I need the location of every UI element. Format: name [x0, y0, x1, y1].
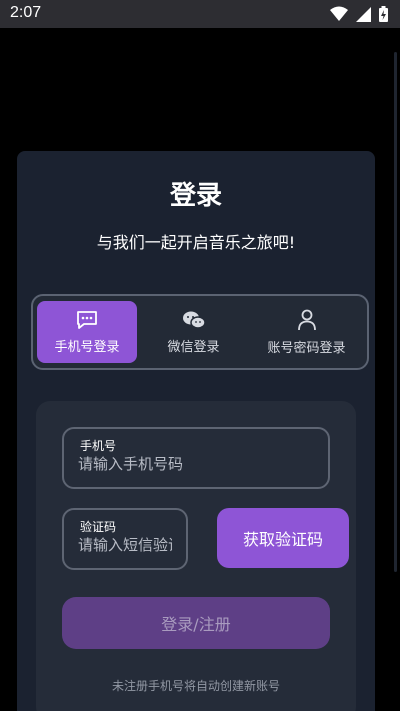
phone-field-label: 手机号	[80, 439, 117, 453]
signal-icon	[356, 6, 371, 22]
status-bar: 2:07	[0, 0, 400, 28]
phone-field[interactable]: 手机号	[62, 427, 330, 489]
tab-wechat-login-label: 微信登录	[167, 339, 220, 355]
screen: 2:07 登录 与我们一起开启音乐之旅吧! 手机号登录 微信登录 账号密码登录 …	[0, 0, 400, 711]
status-time: 2:07	[10, 4, 42, 21]
tab-phone-login-label: 手机号登录	[54, 339, 120, 355]
wifi-icon	[330, 6, 348, 21]
login-card: 登录 与我们一起开启音乐之旅吧! 手机号登录 微信登录 账号密码登录 手机号 请…	[17, 151, 375, 711]
page-title: 登录	[169, 181, 222, 211]
phone-input[interactable]	[78, 455, 314, 473]
wechat-icon	[182, 311, 206, 329]
login-method-tabs: 手机号登录 微信登录 账号密码登录	[31, 294, 369, 370]
user-icon	[297, 309, 316, 330]
code-field[interactable]: 验证码	[62, 508, 188, 570]
status-icons	[330, 6, 388, 22]
code-input[interactable]	[78, 536, 172, 554]
tab-password-login[interactable]: 账号密码登录	[250, 301, 363, 363]
tab-password-login-label: 账号密码登录	[267, 340, 346, 356]
tab-wechat-login[interactable]: 微信登录	[137, 301, 250, 363]
auto-register-hint: 未注册手机号将自动创建新账号	[111, 679, 280, 693]
tab-phone-login[interactable]: 手机号登录	[37, 301, 137, 363]
phone-login-form: 手机号 验证码 获取验证码 登录/注册 未注册手机号将自动创建新账号	[36, 401, 356, 711]
battery-icon	[379, 6, 388, 22]
login-register-button[interactable]: 登录/注册	[62, 597, 330, 649]
page-subtitle: 与我们一起开启音乐之旅吧!	[96, 233, 296, 252]
scrollbar[interactable]	[394, 52, 397, 572]
code-field-label: 验证码	[80, 520, 117, 534]
message-icon	[77, 310, 97, 329]
get-code-button[interactable]: 获取验证码	[217, 508, 349, 568]
